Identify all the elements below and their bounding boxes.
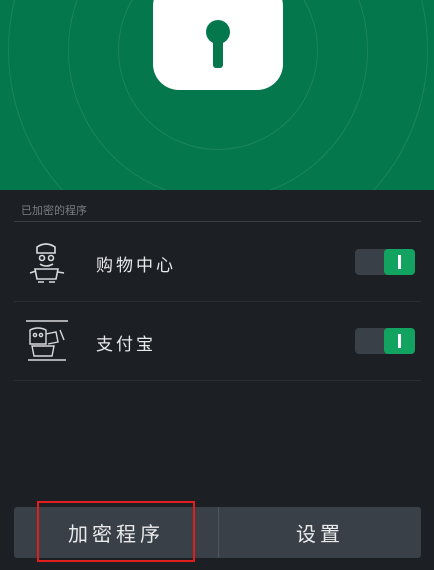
shopping-character-icon	[24, 239, 70, 285]
section-title: 已加密的程序	[21, 204, 87, 217]
app-name: 支付宝	[96, 335, 156, 355]
bottom-action-bar: 加密程序 设置	[14, 507, 421, 558]
encrypt-programs-button[interactable]: 加密程序	[14, 507, 218, 558]
app-name: 购物中心	[96, 256, 176, 276]
list-item[interactable]: 购物中心	[14, 223, 421, 302]
lock-toggle[interactable]	[355, 328, 415, 354]
alipay-character-icon	[24, 318, 70, 364]
lock-toggle[interactable]	[355, 249, 415, 275]
toggle-knob	[384, 328, 415, 354]
toggle-on-mark	[398, 255, 401, 269]
keyhole-stem	[213, 35, 223, 68]
settings-button[interactable]: 设置	[219, 507, 421, 558]
toggle-knob	[384, 249, 415, 275]
list-item[interactable]: 支付宝	[14, 302, 421, 381]
lock-icon	[153, 0, 283, 90]
toggle-on-mark	[398, 334, 401, 348]
section-divider	[14, 221, 421, 222]
header-banner	[0, 0, 434, 190]
